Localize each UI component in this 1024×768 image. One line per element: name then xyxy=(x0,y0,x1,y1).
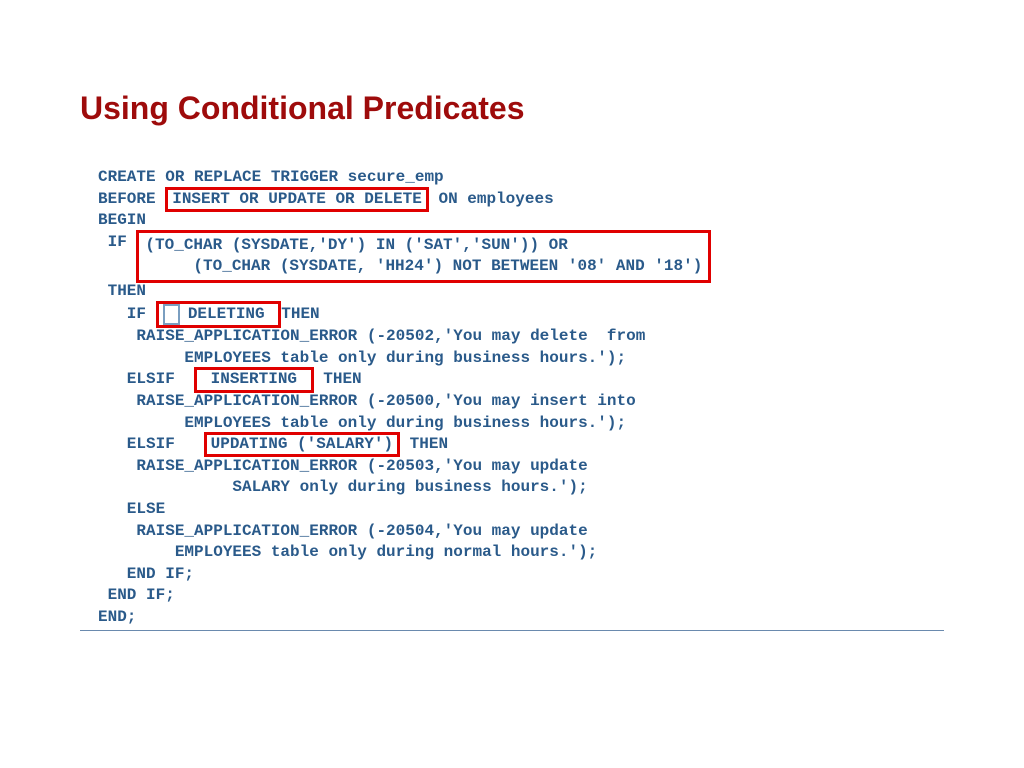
code-line: BEGIN xyxy=(98,211,146,229)
code-block: CREATE OR REPLACE TRIGGER secure_emp BEF… xyxy=(80,167,944,628)
code-line: RAISE_APPLICATION_ERROR (-20503,'You may… xyxy=(98,457,588,475)
code-line: CREATE OR REPLACE TRIGGER secure_emp xyxy=(98,168,444,186)
code-line: EMPLOYEES table only during business hou… xyxy=(98,414,626,432)
highlight-inserting: INSERTING xyxy=(194,367,314,392)
code-line: SALARY only during business hours.'); xyxy=(98,478,588,496)
code-line: ELSE xyxy=(98,500,165,518)
code-line: EMPLOYEES table only during normal hours… xyxy=(98,543,597,561)
code-line: END; xyxy=(98,608,136,626)
code-line: RAISE_APPLICATION_ERROR (-20502,'You may… xyxy=(98,327,645,345)
code-line: ON employees xyxy=(429,190,554,208)
highlight-deleting: DELETING xyxy=(156,301,282,329)
code-line: RAISE_APPLICATION_ERROR (-20500,'You may… xyxy=(98,392,636,410)
code-line: RAISE_APPLICATION_ERROR (-20504,'You may… xyxy=(98,522,588,540)
code-line: IF xyxy=(98,305,156,323)
highlight-condition: (TO_CHAR (SYSDATE,'DY') IN ('SAT','SUN')… xyxy=(136,230,711,283)
highlight-insert-update-delete: INSERT OR UPDATE OR DELETE xyxy=(165,187,429,212)
code-line: IF xyxy=(98,233,136,251)
code-line: THEN xyxy=(281,305,319,323)
code-line: THEN xyxy=(98,282,146,300)
code-line: ELSIF xyxy=(98,370,194,388)
code-line: BEFORE xyxy=(98,190,165,208)
code-line: ELSIF xyxy=(98,435,204,453)
code-line: EMPLOYEES table only during business hou… xyxy=(98,349,626,367)
highlight-updating: UPDATING ('SALARY') xyxy=(204,432,400,457)
slide-title: Using Conditional Predicates xyxy=(80,90,944,127)
divider xyxy=(80,630,944,631)
code-line: END IF; xyxy=(98,586,175,604)
code-line: THEN xyxy=(400,435,448,453)
code-line: THEN xyxy=(314,370,362,388)
code-line: END IF; xyxy=(98,565,194,583)
